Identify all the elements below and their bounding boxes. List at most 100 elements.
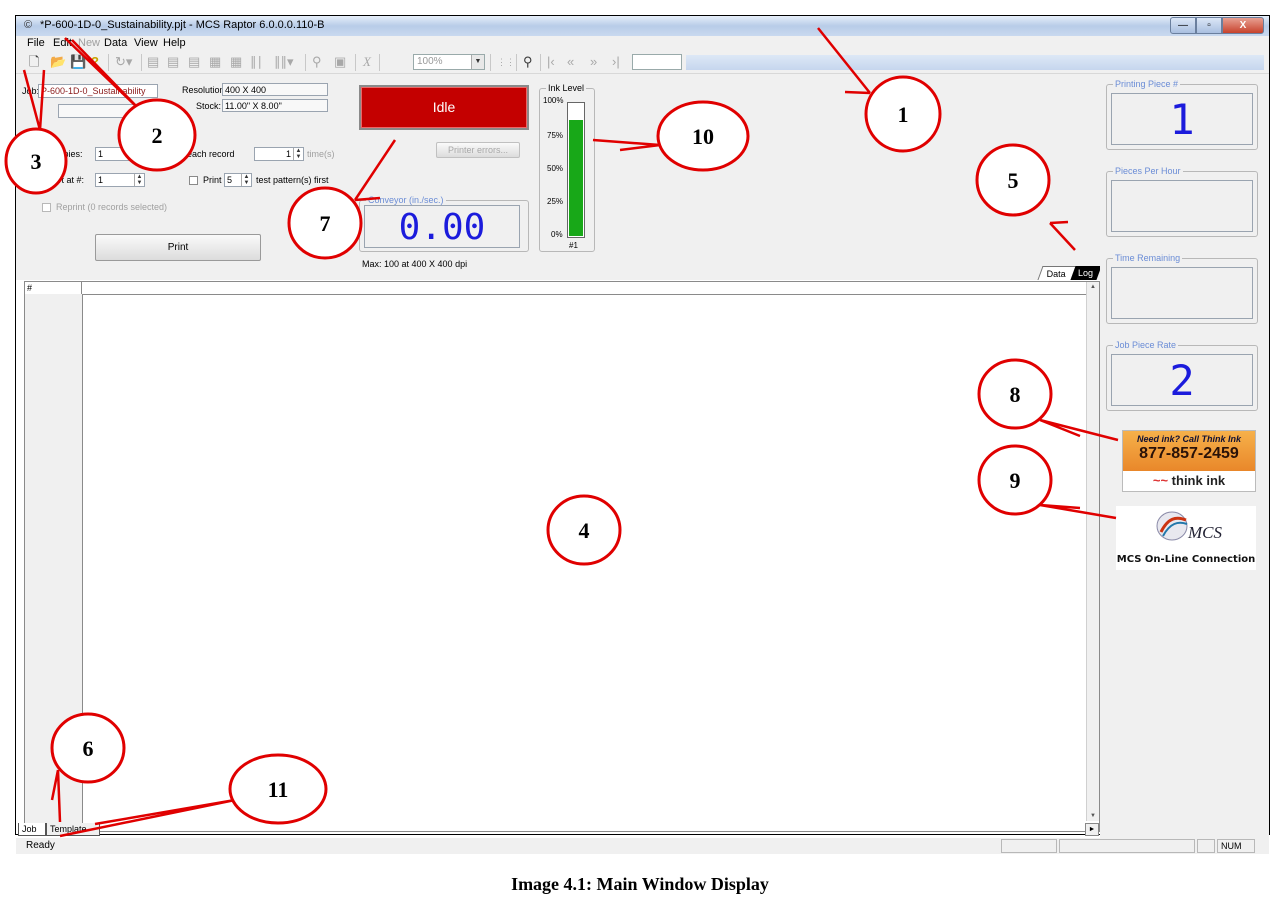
status-pane-3: [1197, 839, 1215, 853]
last-record-icon[interactable]: ›|: [612, 54, 620, 70]
zoom-value: 100%: [417, 56, 443, 67]
spin-arrows-icon[interactable]: ▲ ▼: [134, 148, 144, 160]
window-controls: — ▫ X: [1170, 17, 1264, 34]
think-ink-logo: ~~ think ink: [1123, 471, 1255, 491]
save-icon[interactable]: 💾: [70, 54, 86, 70]
tab-log-label: Log: [1078, 268, 1094, 278]
resolution-field: 400 X 400: [222, 83, 328, 96]
times-label: time(s): [307, 149, 335, 159]
menu-help[interactable]: Help: [163, 37, 186, 49]
reprint-checkbox[interactable]: [42, 203, 51, 212]
ink-tick-50: 50%: [547, 164, 564, 173]
print-test-checkbox[interactable]: [189, 176, 198, 185]
think-ink-ad[interactable]: Need ink? Call Think Ink 877-857-2459 ~~…: [1122, 430, 1256, 492]
menu-data[interactable]: Data: [104, 37, 127, 49]
ad-phone: 877-857-2459: [1139, 445, 1239, 462]
rotate-icon[interactable]: ↻▾: [115, 54, 132, 70]
menu-new[interactable]: New: [78, 37, 100, 49]
ink-cartridge-label: #1: [569, 241, 578, 250]
pieces-per-hour-title: Pieces Per Hour: [1113, 165, 1183, 177]
fit-page-icon[interactable]: ▣: [334, 54, 346, 70]
close-button[interactable]: X: [1222, 17, 1264, 34]
status-num: NUM: [1217, 839, 1255, 853]
ink-tick-0: 0%: [551, 230, 563, 239]
copies-stepper[interactable]: 1 ▲ ▼: [95, 147, 145, 161]
maximize-button[interactable]: ▫: [1196, 17, 1222, 34]
figure-caption: Image 4.1: Main Window Display: [511, 874, 769, 894]
ink-tick-100: 100%: [543, 96, 564, 105]
record-number-field[interactable]: [632, 54, 682, 70]
toolbar: 🗋 📂 💾 ? ↻▾ ▤ ▤ ▤ ▦ ▦ ∥∣ ∥∥▾ ⚲ ▣ X 100% ▼…: [16, 51, 1269, 74]
print-each-label: Print each record: [166, 149, 235, 159]
chevron-down-icon: ▼: [471, 55, 484, 69]
mcs-logo-icon: MCS: [1156, 511, 1223, 542]
ink-tick-25: 25%: [547, 197, 564, 206]
scroll-down-icon[interactable]: ▼: [1090, 813, 1096, 819]
spin-arrows-icon[interactable]: ▲ ▼: [293, 148, 303, 160]
align-left-icon[interactable]: ▤: [147, 54, 159, 70]
tab-log[interactable]: Log: [1070, 266, 1102, 280]
data-grid[interactable]: # ▲ ▼: [24, 281, 1100, 832]
swoosh-icon: ~~: [1152, 473, 1169, 488]
app-icon: ©: [24, 19, 33, 31]
grid-dots-icon[interactable]: ⋮⋮: [497, 54, 515, 70]
copies-value: 1: [98, 149, 104, 159]
zoom-icon[interactable]: ⚲: [312, 54, 322, 70]
status-indicator: Idle: [359, 85, 529, 130]
menu-file[interactable]: File: [27, 37, 45, 49]
help-icon[interactable]: ?: [91, 54, 99, 70]
open-folder-icon[interactable]: 📂: [50, 54, 66, 70]
edit-image-icon[interactable]: ▦: [230, 54, 242, 70]
job-info-field: [58, 104, 158, 118]
barcode-icon[interactable]: ∥∣: [250, 54, 263, 70]
next-record-icon[interactable]: »: [590, 54, 597, 70]
tab-template[interactable]: Template: [46, 823, 100, 836]
printing-piece-title: Printing Piece #: [1113, 78, 1181, 90]
status-bar: Ready NUM: [16, 838, 1269, 854]
image-icon[interactable]: ▦: [209, 54, 221, 70]
conveyor-speed-display: 0.00: [364, 205, 520, 248]
vertical-scrollbar[interactable]: ▲ ▼: [1086, 282, 1099, 821]
title-bar[interactable]: © *P-600-1D-0_Sustainability.pjt - MCS R…: [16, 16, 1269, 36]
conveyor-max-label: Max: 100 at 400 X 400 dpi: [362, 259, 468, 269]
new-file-icon[interactable]: 🗋: [29, 54, 39, 70]
barcode-dropdown-icon[interactable]: ∥∥▾: [274, 54, 294, 70]
align-center-icon[interactable]: ▤: [167, 54, 179, 70]
tab-job[interactable]: Job: [18, 823, 46, 836]
formula-icon[interactable]: X: [363, 54, 371, 70]
mcs-logo-text: MCS: [1187, 523, 1223, 542]
start-value: 1: [98, 175, 104, 185]
stock-field: 11.00" X 8.00": [222, 99, 328, 112]
column-header-row: [25, 282, 1087, 295]
test-pattern-label: test pattern(s) first: [256, 175, 329, 185]
previous-record-icon[interactable]: «: [567, 54, 574, 70]
mcs-online-link[interactable]: MCS MCS On-Line Connection: [1116, 506, 1256, 570]
menu-edit[interactable]: Edit: [53, 37, 72, 49]
print-button[interactable]: Print: [95, 234, 261, 261]
menu-view[interactable]: View: [134, 37, 158, 49]
print-each-stepper[interactable]: 1 ▲ ▼: [254, 147, 304, 161]
spin-arrows-icon[interactable]: ▲ ▼: [241, 174, 251, 186]
job-name-field[interactable]: P-600-1D-0_Sustainability: [38, 84, 158, 98]
print-each-value: 1: [285, 149, 291, 159]
job-piece-rate-title: Job Piece Rate: [1113, 339, 1179, 351]
test-count-stepper[interactable]: 5 ▲ ▼: [224, 173, 252, 187]
start-stepper[interactable]: 1 ▲ ▼: [95, 173, 145, 187]
printer-errors-button[interactable]: Printer errors...: [436, 142, 520, 158]
window-title: *P-600-1D-0_Sustainability.pjt - MCS Rap…: [40, 19, 325, 31]
job-label: Job:: [22, 86, 40, 96]
find-icon[interactable]: ⚲: [523, 54, 533, 70]
zoom-select[interactable]: 100% ▼: [413, 54, 485, 70]
align-right-icon[interactable]: ▤: [188, 54, 200, 70]
scroll-up-icon[interactable]: ▲: [1090, 284, 1096, 290]
scroll-right-icon[interactable]: ►: [1085, 823, 1099, 836]
first-record-icon[interactable]: |‹: [547, 54, 555, 70]
job-piece-rate-display: 2: [1111, 354, 1253, 406]
minimize-button[interactable]: —: [1170, 17, 1196, 34]
tab-data-label: Data: [1047, 269, 1067, 279]
ink-tick-75: 75%: [547, 131, 564, 140]
row-number-header: #: [25, 282, 82, 294]
start-label: Start at #:: [45, 175, 85, 185]
printing-piece-display: 1: [1111, 93, 1253, 145]
spin-arrows-icon[interactable]: ▲ ▼: [134, 174, 144, 186]
